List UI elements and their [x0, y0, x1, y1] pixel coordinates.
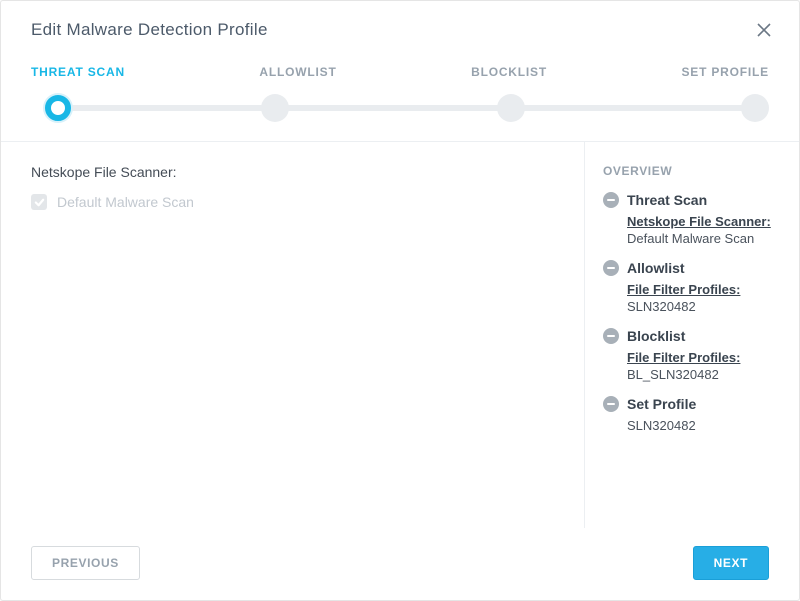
check-icon — [34, 197, 45, 208]
step-labels: THREAT SCAN ALLOWLIST BLOCKLIST SET PROF… — [31, 65, 769, 79]
modal-title: Edit Malware Detection Profile — [31, 20, 268, 40]
overview-heading-text: Threat Scan — [627, 192, 707, 208]
step-node-allowlist[interactable] — [261, 94, 289, 122]
overview-heading-text: Blocklist — [627, 328, 685, 344]
overview-heading-text: Set Profile — [627, 396, 696, 412]
overview-sub: File Filter Profiles: SLN320482 — [627, 282, 779, 314]
step-node-set-profile[interactable] — [741, 94, 769, 122]
overview-sublabel: File Filter Profiles: — [627, 282, 779, 297]
overview-heading-set-profile[interactable]: Set Profile — [603, 396, 779, 412]
step-label-allowlist[interactable]: ALLOWLIST — [259, 65, 336, 79]
collapse-icon — [603, 396, 619, 412]
overview-subvalue: SLN320482 — [627, 299, 696, 314]
body-left: Netskope File Scanner: Default Malware S… — [1, 142, 584, 528]
step-label-set-profile[interactable]: SET PROFILE — [681, 65, 768, 79]
overview-item-set-profile: Set Profile SLN320482 — [603, 396, 779, 433]
overview-heading-allowlist[interactable]: Allowlist — [603, 260, 779, 276]
overview-sub: File Filter Profiles: BL_SLN320482 — [627, 350, 779, 382]
scanner-section-label: Netskope File Scanner: — [31, 164, 556, 180]
modal-footer: PREVIOUS NEXT — [1, 528, 799, 600]
overview-heading-threat-scan[interactable]: Threat Scan — [603, 192, 779, 208]
overview-title: OVERVIEW — [603, 164, 779, 178]
overview-panel: OVERVIEW Threat Scan Netskope File Scann… — [584, 142, 799, 528]
default-malware-scan-label: Default Malware Scan — [57, 194, 194, 210]
collapse-icon — [603, 328, 619, 344]
overview-sub: Netskope File Scanner: Default Malware S… — [627, 214, 779, 246]
overview-subvalue: BL_SLN320482 — [627, 367, 719, 382]
collapse-icon — [603, 260, 619, 276]
close-button[interactable] — [753, 19, 775, 41]
overview-item-threat-scan: Threat Scan Netskope File Scanner: Defau… — [603, 192, 779, 246]
edit-malware-detection-modal: Edit Malware Detection Profile THREAT SC… — [0, 0, 800, 601]
step-label-blocklist[interactable]: BLOCKLIST — [471, 65, 547, 79]
overview-heading-blocklist[interactable]: Blocklist — [603, 328, 779, 344]
overview-sub: SLN320482 — [627, 418, 779, 433]
overview-subvalue: SLN320482 — [627, 418, 696, 433]
modal-body: Netskope File Scanner: Default Malware S… — [1, 142, 799, 528]
overview-sublabel: File Filter Profiles: — [627, 350, 779, 365]
collapse-icon — [603, 192, 619, 208]
previous-button[interactable]: PREVIOUS — [31, 546, 140, 580]
overview-item-allowlist: Allowlist File Filter Profiles: SLN32048… — [603, 260, 779, 314]
modal-header: Edit Malware Detection Profile — [1, 1, 799, 55]
wizard-stepper: THREAT SCAN ALLOWLIST BLOCKLIST SET PROF… — [1, 55, 799, 141]
next-button[interactable]: NEXT — [693, 546, 769, 580]
overview-subvalue: Default Malware Scan — [627, 231, 754, 246]
step-label-threat-scan[interactable]: THREAT SCAN — [31, 65, 125, 79]
step-track-line — [45, 105, 755, 111]
step-track — [31, 93, 769, 123]
step-node-threat-scan[interactable] — [45, 95, 71, 121]
overview-sublabel: Netskope File Scanner: — [627, 214, 779, 229]
overview-item-blocklist: Blocklist File Filter Profiles: BL_SLN32… — [603, 328, 779, 382]
close-icon — [757, 23, 771, 37]
step-node-blocklist[interactable] — [497, 94, 525, 122]
default-malware-scan-checkbox[interactable] — [31, 194, 47, 210]
default-malware-scan-row: Default Malware Scan — [31, 194, 556, 210]
overview-heading-text: Allowlist — [627, 260, 685, 276]
